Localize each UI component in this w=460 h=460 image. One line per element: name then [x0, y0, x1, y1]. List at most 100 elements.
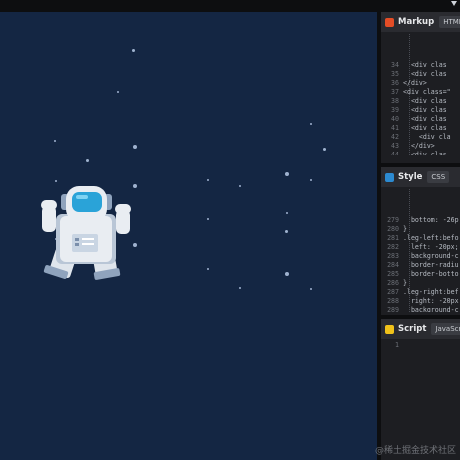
code-line[interactable]: 284 border-radiu: [381, 261, 460, 270]
code-text: <div cla: [403, 133, 451, 141]
star: [117, 91, 119, 93]
script-panel: Script JavaScript 1: [381, 319, 460, 460]
line-number: 286: [387, 279, 399, 287]
code-line[interactable]: 281 .leg-left:befo: [381, 234, 460, 243]
style-panel: Style CSS 279 bottom: -26p 280} 281 .leg-le…: [381, 167, 460, 312]
watermark: @稀土掘金技术社区: [374, 446, 456, 456]
code-line[interactable]: 1: [381, 341, 460, 350]
astronaut-right-glove: [115, 204, 131, 214]
line-number: 35: [391, 70, 399, 78]
code-line[interactable]: 288 right: -20px: [381, 297, 460, 306]
code-line[interactable]: 43 </div>: [381, 142, 460, 151]
code-text: .leg-right:bef: [403, 288, 459, 296]
line-number: 38: [391, 97, 399, 105]
star: [207, 268, 209, 270]
star: [310, 179, 312, 181]
code-line[interactable]: 282 left: -20px;: [381, 243, 460, 252]
style-lang-select[interactable]: CSS: [427, 171, 450, 183]
line-number: 282: [387, 243, 399, 251]
astronaut-illustration: [41, 186, 131, 280]
astronaut-left-glove: [41, 200, 57, 210]
star: [239, 287, 241, 289]
style-panel-header[interactable]: Style CSS: [381, 167, 460, 187]
star: [310, 288, 312, 290]
code-line[interactable]: 36 </div>: [381, 79, 460, 88]
code-line[interactable]: 280}: [381, 225, 460, 234]
code-text: bottom: -26p: [403, 216, 459, 224]
star: [310, 123, 312, 125]
markup-panel-header[interactable]: Markup HTML: [381, 12, 460, 32]
code-line[interactable]: 37 <div class=": [381, 88, 460, 97]
code-text: </div>: [403, 79, 427, 87]
code-line[interactable]: 286}: [381, 279, 460, 288]
code-line[interactable]: 40 <div clas: [381, 115, 460, 124]
code-line[interactable]: 289 background-c: [381, 306, 460, 312]
script-panel-title: Script: [398, 324, 427, 334]
code-line[interactable]: 39 <div clas: [381, 106, 460, 115]
star: [285, 272, 289, 276]
chest-stripe: [82, 238, 94, 240]
script-panel-header[interactable]: Script JavaScript: [381, 319, 460, 339]
line-number: 34: [391, 61, 399, 69]
code-line[interactable]: 279 bottom: -26p: [381, 216, 460, 225]
line-number: 42: [391, 133, 399, 141]
chest-button: [75, 243, 79, 246]
code-text: <div clas: [403, 61, 447, 69]
code-text: <div clas: [403, 106, 447, 114]
line-number: 288: [387, 297, 399, 305]
line-number: 287: [387, 288, 399, 296]
code-text: <div clas: [403, 70, 447, 78]
chest-stripe: [82, 243, 94, 245]
line-number: 41: [391, 124, 399, 132]
line-number: 285: [387, 270, 399, 278]
script-code-editor[interactable]: 1: [381, 339, 460, 350]
code-text: <div clas: [403, 97, 447, 105]
code-text: right: -20px: [403, 297, 459, 305]
code-line[interactable]: 44 <div clas: [381, 151, 460, 155]
javascript-icon: [385, 324, 394, 334]
code-text: }: [403, 279, 407, 287]
line-number: 44: [391, 151, 399, 155]
star: [133, 145, 137, 149]
code-line[interactable]: 34 <div clas: [381, 61, 460, 70]
script-lang-select[interactable]: JavaScript: [431, 323, 460, 335]
code-text: .leg-left:befo: [403, 234, 459, 242]
code-text: <div clas: [403, 115, 447, 123]
star: [54, 140, 56, 142]
line-number: 281: [387, 234, 399, 242]
markup-panel-title: Markup: [398, 17, 435, 27]
chest-button: [75, 238, 79, 241]
code-text: border-radiu: [403, 261, 459, 269]
markup-panel: Markup HTML 34 <div clas35 <div clas36</…: [381, 12, 460, 155]
code-line[interactable]: 42 <div cla: [381, 133, 460, 142]
top-toolbar: [0, 0, 460, 12]
visor-glare: [76, 195, 88, 199]
html5-icon: [385, 17, 394, 27]
code-line[interactable]: 41 <div clas: [381, 124, 460, 133]
chevron-down-icon[interactable]: [451, 1, 457, 6]
code-text: background-c: [403, 252, 459, 260]
code-line[interactable]: 35 <div clas: [381, 70, 460, 79]
star: [286, 212, 288, 214]
star: [207, 218, 209, 220]
code-text: <div clas: [403, 124, 447, 132]
line-number: 39: [391, 106, 399, 114]
star: [285, 172, 289, 176]
code-line[interactable]: 285 border-botto: [381, 270, 460, 279]
star: [86, 159, 89, 162]
code-text: </div>: [403, 142, 435, 150]
code-line[interactable]: 287 .leg-right:bef: [381, 288, 460, 297]
line-number: 43: [391, 142, 399, 150]
markup-lang-select[interactable]: HTML: [439, 16, 460, 28]
star: [323, 148, 326, 151]
style-code-editor[interactable]: 279 bottom: -26p 280} 281 .leg-left:befo 282…: [381, 187, 460, 312]
code-editor: Markup HTML 34 <div clas35 <div clas36</…: [381, 12, 460, 460]
code-text: <div class=": [403, 88, 451, 96]
code-text: left: -20px;: [403, 243, 459, 251]
code-line[interactable]: 283 background-c: [381, 252, 460, 261]
line-number: 284: [387, 261, 399, 269]
line-number: 279: [387, 216, 399, 224]
code-text: border-botto: [403, 270, 459, 278]
code-line[interactable]: 38 <div clas: [381, 97, 460, 106]
markup-code-editor[interactable]: 34 <div clas 35 <div clas 36 </div> 37 <div c…: [381, 32, 460, 155]
